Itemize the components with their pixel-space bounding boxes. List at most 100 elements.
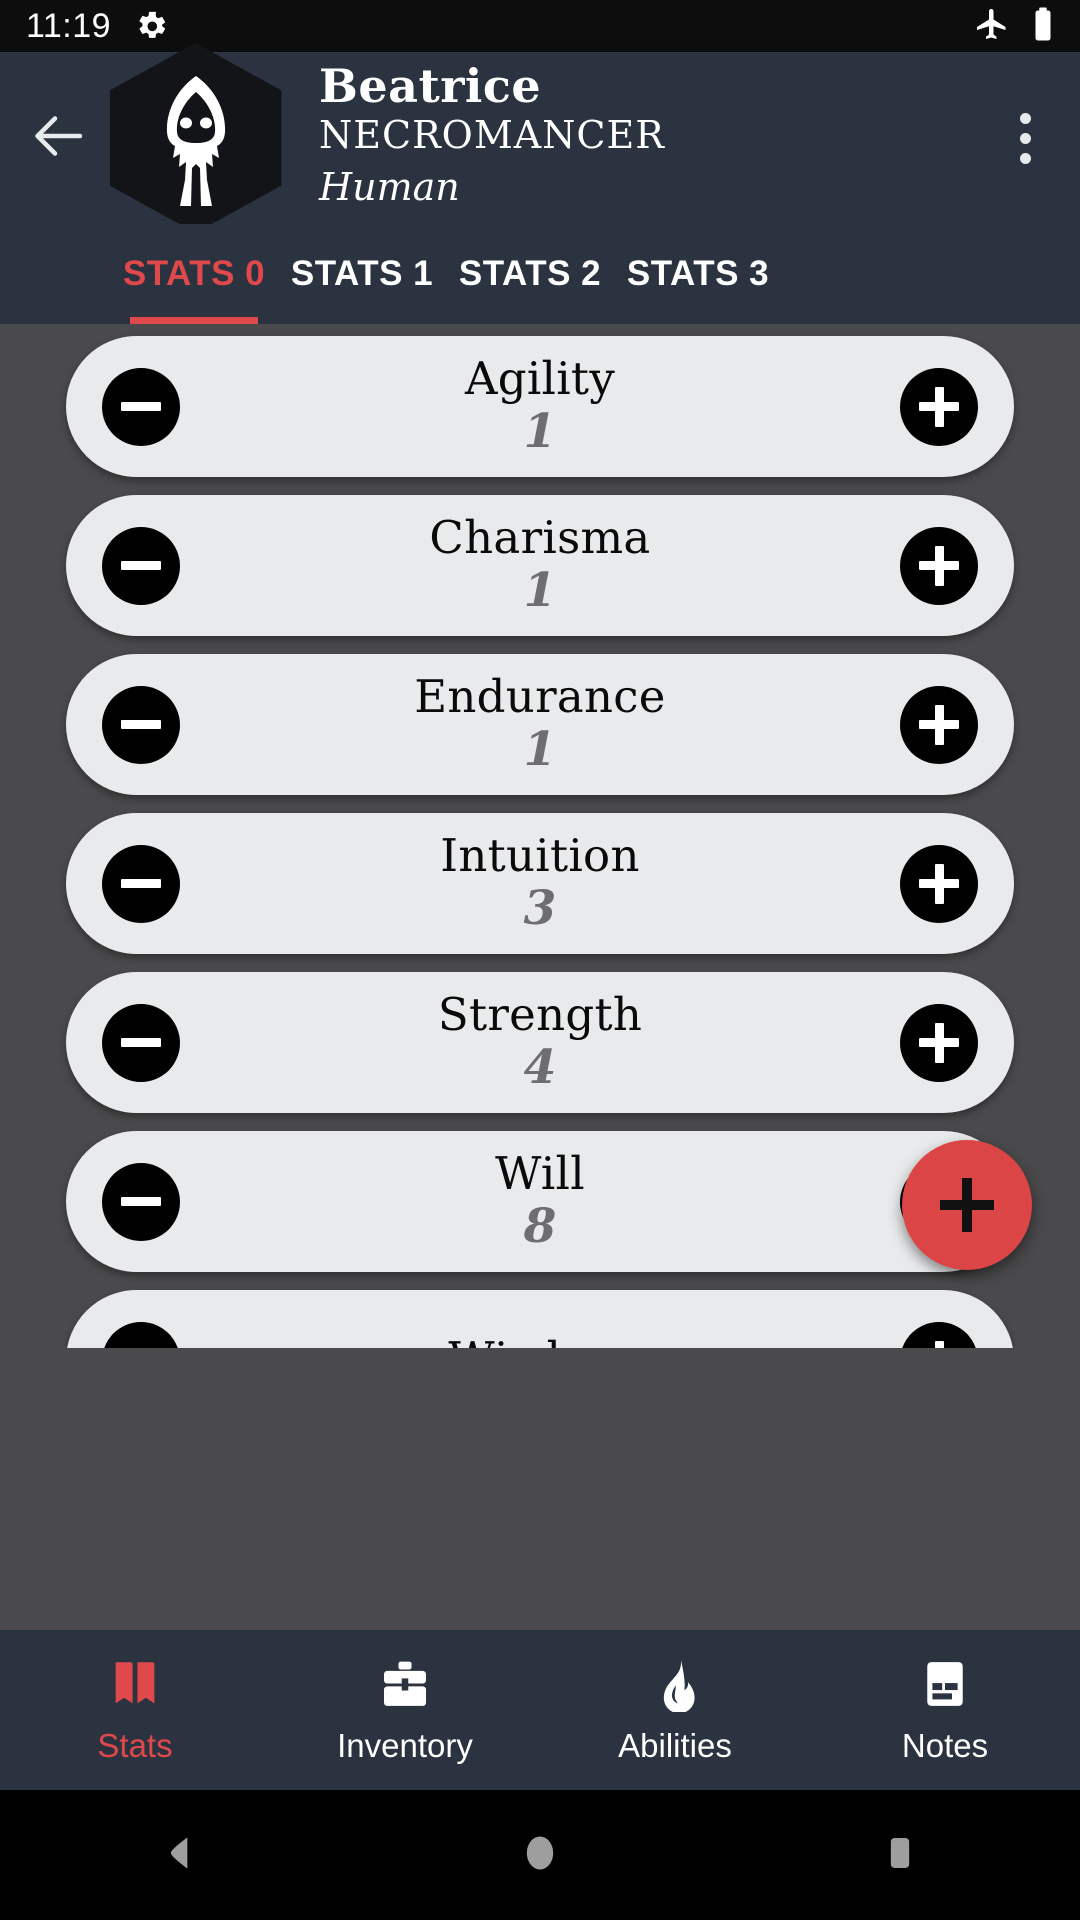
stat-info: Agility 1 bbox=[180, 355, 900, 457]
android-recents-icon bbox=[880, 1833, 920, 1878]
increment-button[interactable] bbox=[900, 844, 978, 923]
stat-row: Wisdom bbox=[66, 1290, 1014, 1348]
overflow-menu-icon[interactable] bbox=[970, 112, 1080, 164]
minus-icon bbox=[121, 1341, 161, 1349]
minus-icon bbox=[121, 864, 161, 904]
plus-icon bbox=[919, 1022, 959, 1063]
increment-button[interactable] bbox=[900, 1321, 978, 1348]
minus-icon bbox=[121, 1182, 161, 1222]
overflow-dot bbox=[1019, 152, 1031, 164]
stat-info: Will 8 bbox=[180, 1150, 900, 1252]
character-identity: Beatrice NECROMANCER Human bbox=[319, 58, 665, 215]
nav-item-notes[interactable]: Notes bbox=[810, 1655, 1080, 1765]
increment-button[interactable] bbox=[900, 367, 978, 446]
status-bar-indicators bbox=[974, 6, 1054, 47]
back-button[interactable] bbox=[0, 106, 120, 171]
increment-button[interactable] bbox=[900, 1003, 978, 1082]
tab-stats-1[interactable]: STATS 1 bbox=[278, 224, 446, 324]
stat-row: Charisma 1 bbox=[66, 495, 1014, 636]
decrement-button[interactable] bbox=[102, 1003, 180, 1082]
minus-icon bbox=[121, 387, 161, 427]
plus-icon bbox=[919, 1340, 959, 1348]
android-back-icon bbox=[158, 1831, 202, 1880]
stat-label: Agility bbox=[464, 352, 616, 406]
stat-info: Endurance 1 bbox=[180, 673, 900, 775]
decrement-button[interactable] bbox=[102, 844, 180, 923]
stat-label: Will bbox=[495, 1147, 585, 1201]
decrement-button[interactable] bbox=[102, 1321, 180, 1349]
stat-info: Strength 4 bbox=[180, 991, 900, 1093]
plus-icon bbox=[919, 863, 959, 904]
decrement-button[interactable] bbox=[102, 526, 180, 605]
plus-icon bbox=[940, 1178, 994, 1232]
nav-item-inventory[interactable]: Inventory bbox=[270, 1655, 540, 1765]
nav-label: Inventory bbox=[337, 1727, 473, 1764]
add-stat-fab[interactable] bbox=[902, 1140, 1032, 1270]
stat-row: Will 8 bbox=[66, 1131, 1014, 1272]
minus-icon bbox=[121, 546, 161, 586]
android-recents-button[interactable] bbox=[780, 1833, 1020, 1878]
increment-button[interactable] bbox=[900, 526, 978, 605]
flame-icon bbox=[647, 1655, 703, 1713]
stat-label: Strength bbox=[437, 988, 643, 1042]
tab-stats-3[interactable]: STATS 3 bbox=[614, 224, 782, 324]
stat-row: Intuition 3 bbox=[66, 813, 1014, 954]
gear-icon bbox=[135, 9, 169, 43]
stats-tab-bar: STATS 0 STATS 1 STATS 2 STATS 3 bbox=[0, 224, 1080, 324]
stat-value: 1 bbox=[523, 562, 557, 618]
nav-label: Notes bbox=[901, 1727, 989, 1764]
stat-value: 3 bbox=[523, 880, 557, 936]
overflow-dot bbox=[1019, 132, 1031, 144]
stat-label: Wisdom bbox=[448, 1335, 631, 1348]
nav-item-stats[interactable]: Stats bbox=[0, 1655, 270, 1765]
nav-item-abilities[interactable]: Abilities bbox=[540, 1655, 810, 1765]
character-class: NECROMANCER bbox=[319, 112, 665, 157]
briefcase-icon bbox=[377, 1655, 433, 1713]
character-name: Beatrice bbox=[319, 58, 542, 113]
tab-stats-2[interactable]: STATS 2 bbox=[446, 224, 614, 324]
plus-icon bbox=[919, 545, 959, 586]
decrement-button[interactable] bbox=[102, 685, 180, 764]
minus-icon bbox=[121, 1023, 161, 1063]
decrement-button[interactable] bbox=[102, 1162, 180, 1241]
app-screen: 11:19 Beatrice NECROMANCER Human STATS 0… bbox=[0, 0, 1080, 1920]
notes-card-icon bbox=[917, 1655, 973, 1713]
bottom-navigation: Stats Inventory Abilities Notes bbox=[0, 1630, 1080, 1790]
overflow-dot bbox=[1019, 112, 1031, 124]
plus-icon bbox=[919, 386, 959, 427]
stat-row: Endurance 1 bbox=[66, 654, 1014, 795]
tab-label: STATS 1 bbox=[290, 254, 434, 293]
minus-icon bbox=[121, 705, 161, 745]
android-back-button[interactable] bbox=[60, 1831, 300, 1880]
stat-value: 8 bbox=[523, 1198, 557, 1254]
increment-button[interactable] bbox=[900, 685, 978, 764]
stat-label: Charisma bbox=[429, 511, 651, 565]
stat-value: 4 bbox=[523, 1039, 557, 1095]
character-header: Beatrice NECROMANCER Human bbox=[0, 43, 1080, 233]
back-arrow-icon bbox=[30, 106, 90, 171]
tab-label: STATS 2 bbox=[458, 254, 602, 293]
stat-info: Intuition 3 bbox=[180, 832, 900, 934]
nav-label: Abilities bbox=[618, 1727, 732, 1764]
decrement-button[interactable] bbox=[102, 367, 180, 446]
airplane-mode-icon bbox=[974, 6, 1010, 47]
tab-label: STATS 3 bbox=[626, 254, 770, 293]
android-home-button[interactable] bbox=[420, 1831, 660, 1880]
book-icon bbox=[106, 1655, 164, 1713]
avatar[interactable] bbox=[108, 43, 283, 233]
hooded-figure-avatar bbox=[109, 43, 282, 233]
tab-stats-0[interactable]: STATS 0 bbox=[110, 224, 278, 324]
android-navigation-bar bbox=[0, 1790, 1080, 1920]
stat-info: Charisma 1 bbox=[180, 514, 900, 616]
stat-value: 1 bbox=[523, 403, 557, 459]
battery-icon bbox=[1032, 6, 1054, 47]
stat-label: Intuition bbox=[440, 829, 640, 883]
stat-value: 1 bbox=[523, 721, 557, 777]
plus-icon bbox=[919, 704, 959, 745]
nav-label: Stats bbox=[97, 1727, 173, 1764]
character-race: Human bbox=[319, 165, 460, 210]
status-bar-clock: 11:19 bbox=[26, 6, 112, 45]
stat-row: Agility 1 bbox=[66, 336, 1014, 477]
android-home-icon bbox=[518, 1831, 562, 1880]
tab-active-indicator bbox=[130, 317, 258, 324]
